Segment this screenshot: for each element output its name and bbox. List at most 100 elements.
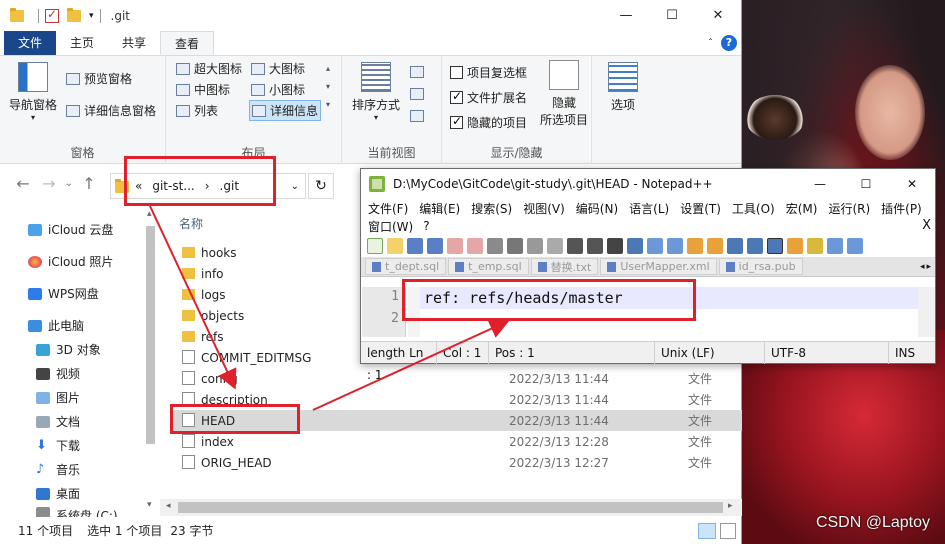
tab-t-dept-sql[interactable]: t_dept.sql: [365, 258, 447, 275]
function-list-icon[interactable]: [807, 238, 823, 254]
maximize-button[interactable]: ☐: [649, 0, 695, 31]
tab-scroll-right-icon[interactable]: ▸: [926, 262, 931, 272]
sidebar-item-desktop[interactable]: 桌面: [36, 485, 80, 502]
menu-plugins[interactable]: 插件(P): [881, 200, 922, 217]
back-arrow-icon[interactable]: ←: [10, 174, 36, 193]
sidebar-item-music[interactable]: ♪ 音乐: [36, 461, 80, 478]
save-all-icon[interactable]: [427, 238, 443, 254]
copy-icon[interactable]: [527, 238, 543, 254]
print-icon[interactable]: [487, 238, 503, 254]
sidebar-item-3d-objects[interactable]: 3D 对象: [36, 341, 101, 358]
new-folder-icon[interactable]: [67, 7, 81, 22]
sidebar-item-c-drive[interactable]: 系统盘 (C:): [36, 507, 118, 517]
open-file-icon[interactable]: [387, 238, 403, 254]
status-encoding[interactable]: UTF-8: [765, 341, 889, 364]
sidebar-item-icloud-drive[interactable]: iCloud 云盘: [28, 221, 113, 238]
sidebar-item-this-pc[interactable]: 此电脑: [28, 317, 84, 334]
zoom-out-icon[interactable]: [667, 238, 683, 254]
menu-edit[interactable]: 编辑(E): [419, 200, 460, 217]
scroll-left-icon[interactable]: ◂: [166, 501, 171, 511]
find-icon[interactable]: [607, 238, 623, 254]
preview-pane-button[interactable]: 预览窗格: [66, 70, 132, 87]
hidden-items-toggle[interactable]: 隐藏的项目: [450, 114, 527, 131]
sidebar-item-wps[interactable]: WPS网盘: [28, 285, 99, 302]
close-button[interactable]: ✕: [695, 0, 741, 31]
file-row[interactable]: config 2022/3/13 11:44 文件: [172, 368, 742, 389]
minimize-button[interactable]: —: [797, 177, 843, 191]
menu-tools[interactable]: 工具(O): [732, 200, 775, 217]
add-columns-icon[interactable]: [410, 88, 424, 100]
large-icons-view-icon[interactable]: [720, 522, 736, 539]
sidebar-item-pictures[interactable]: 图片: [36, 389, 80, 406]
redo-icon[interactable]: [587, 238, 603, 254]
group-by-icon[interactable]: [410, 66, 424, 78]
layout-large[interactable]: 大图标: [251, 60, 305, 77]
tab-replace-txt[interactable]: 替换.txt: [530, 258, 599, 275]
refresh-button[interactable]: ↻: [308, 173, 334, 199]
replace-icon[interactable]: [627, 238, 643, 254]
menu-search[interactable]: 搜索(S): [471, 200, 512, 217]
folder-workspace-icon[interactable]: [827, 238, 843, 254]
new-file-icon[interactable]: [367, 238, 383, 254]
layout-details[interactable]: 详细信息: [249, 100, 322, 121]
hide-selected-button[interactable]: 隐藏 所选项目: [538, 60, 590, 128]
horizontal-scrollbar-thumb[interactable]: [178, 502, 723, 513]
close-all-icon[interactable]: [467, 238, 483, 254]
menu-language[interactable]: 语言(L): [629, 200, 669, 217]
options-button[interactable]: 选项: [600, 62, 646, 113]
details-pane-button[interactable]: 详细信息窗格: [66, 102, 156, 119]
document-map-icon[interactable]: [787, 238, 803, 254]
sidebar-item-videos[interactable]: 视频: [36, 365, 80, 382]
sync-horizontal-icon[interactable]: [707, 238, 723, 254]
menu-run[interactable]: 运行(R): [828, 200, 870, 217]
tab-home[interactable]: 主页: [56, 31, 108, 55]
close-document-button[interactable]: X: [922, 218, 931, 233]
item-checkboxes-toggle[interactable]: 项目复选框: [450, 64, 527, 81]
recent-dropdown-icon[interactable]: ⌄: [62, 178, 76, 189]
layout-extra-large[interactable]: 超大图标: [176, 60, 242, 77]
tab-id-rsa-pub[interactable]: id_rsa.pub: [718, 258, 803, 275]
tab-file[interactable]: 文件: [4, 31, 57, 55]
tab-t-emp-sql[interactable]: t_emp.sql: [448, 258, 529, 275]
sidebar-item-icloud-photos[interactable]: iCloud 照片: [28, 253, 113, 270]
menu-window[interactable]: 窗口(W): [368, 218, 413, 235]
collapse-ribbon-icon[interactable]: ˆ: [708, 38, 713, 49]
menu-help[interactable]: ?: [423, 219, 429, 233]
file-row[interactable]: ORIG_HEAD 2022/3/13 12:27 文件: [172, 452, 742, 473]
quick-access-dropdown-icon[interactable]: ▾: [89, 11, 94, 21]
undo-icon[interactable]: [567, 238, 583, 254]
sidebar-scroll-up-icon[interactable]: ▴: [147, 209, 152, 219]
menu-macro[interactable]: 宏(M): [786, 200, 818, 217]
menu-file[interactable]: 文件(F): [368, 200, 408, 217]
close-icon[interactable]: [447, 238, 463, 254]
address-dropdown-icon[interactable]: ⌄: [291, 181, 299, 192]
size-columns-icon[interactable]: [410, 110, 424, 122]
sidebar-scroll-down-icon[interactable]: ▾: [147, 500, 152, 510]
monitoring-icon[interactable]: [847, 238, 863, 254]
file-row[interactable]: index 2022/3/13 12:28 文件: [172, 431, 742, 452]
tab-usermapper-xml[interactable]: UserMapper.xml: [600, 258, 717, 275]
tab-share[interactable]: 共享: [108, 31, 160, 55]
maximize-button[interactable]: ☐: [843, 177, 889, 191]
sidebar-item-documents[interactable]: 文档: [36, 413, 80, 430]
up-arrow-icon[interactable]: ↑: [76, 174, 102, 193]
indent-guide-icon[interactable]: [767, 238, 783, 254]
column-header-name[interactable]: 名称: [179, 215, 203, 232]
menu-encoding[interactable]: 编码(N): [576, 200, 618, 217]
editor-vertical-scrollbar[interactable]: [918, 287, 935, 337]
file-extensions-toggle[interactable]: 文件扩展名: [450, 89, 527, 106]
layout-list[interactable]: 列表: [176, 102, 218, 119]
minimize-button[interactable]: —: [603, 0, 649, 31]
menu-view[interactable]: 视图(V): [523, 200, 565, 217]
status-eol[interactable]: Unix (LF): [655, 341, 765, 364]
paste-icon[interactable]: [547, 238, 563, 254]
nav-pane-button[interactable]: 导航窗格 ▾: [8, 62, 58, 122]
scroll-up-icon[interactable]: ▴: [326, 64, 330, 73]
cut-icon[interactable]: [507, 238, 523, 254]
sidebar-scrollbar-thumb[interactable]: [146, 226, 155, 444]
scroll-down-icon[interactable]: ▾: [326, 82, 330, 91]
zoom-in-icon[interactable]: [647, 238, 663, 254]
sidebar-item-downloads[interactable]: ⬇ 下载: [36, 437, 80, 454]
expand-icon[interactable]: ▾: [326, 100, 330, 109]
sort-by-button[interactable]: 排序方式 ▾: [352, 62, 400, 122]
